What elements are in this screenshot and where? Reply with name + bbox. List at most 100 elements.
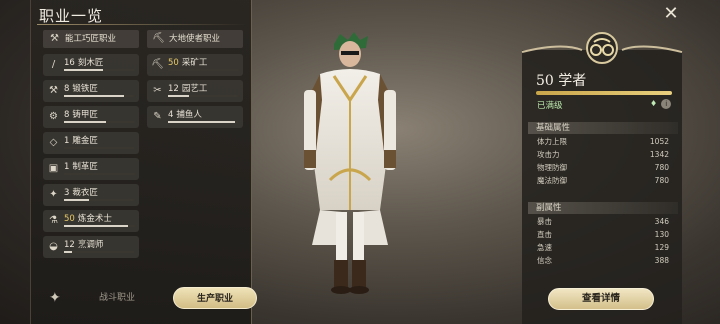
saw-icon: / bbox=[51, 59, 56, 70]
current-job-level: 50 bbox=[536, 73, 554, 89]
hammer-icon: ⚒ bbox=[50, 33, 59, 44]
info-icon[interactable]: i bbox=[661, 99, 672, 109]
job-level: 50 bbox=[168, 58, 179, 68]
view-details-button[interactable]: 查看详情 bbox=[548, 288, 654, 310]
job-name: 裁衣匠 bbox=[72, 188, 98, 198]
job-name: 锻铁匠 bbox=[72, 84, 98, 94]
stat-value: 130 bbox=[654, 230, 669, 239]
job-item[interactable]: ✦ 3 裁衣匠 bbox=[43, 184, 139, 206]
job-item[interactable]: ✎ 4 捕鱼人 bbox=[147, 106, 243, 128]
job-list-panel: 职业一览 ⚒ 能工巧匠职业 ⛏ 大地使者职业 /16 刻木匠 ⛏ 50 采矿工 ⚒ 8 锻铁匠… bbox=[30, 0, 257, 324]
stat-row: 物理防御 780 bbox=[537, 162, 669, 174]
job-item[interactable]: ◒ 12 烹调师 bbox=[43, 236, 139, 258]
stat-name: 体力上限 bbox=[537, 137, 567, 146]
job-label: 16 刻木匠 bbox=[64, 56, 103, 68]
stat-row: 体力上限 1052 bbox=[537, 136, 669, 148]
sickle-icon: ✂ bbox=[153, 85, 162, 96]
job-progress-bar bbox=[64, 251, 134, 253]
job-label: 50 炼金术士 bbox=[64, 212, 112, 224]
job-item[interactable]: ◇ 1 雕金匠 bbox=[43, 132, 139, 154]
job-progress-bar bbox=[64, 121, 134, 123]
job-label: 8 锻铁匠 bbox=[64, 82, 98, 94]
job-name: 雕金匠 bbox=[72, 136, 98, 146]
job-item[interactable]: ✂ 12 园艺工 bbox=[147, 80, 243, 102]
status-icons: ♦ i bbox=[650, 99, 672, 109]
job-progress-bar bbox=[168, 121, 238, 123]
category-gatherers[interactable]: ⛏ 大地使者职业 bbox=[147, 30, 243, 48]
job-item[interactable]: ⛏ 50 采矿工 bbox=[147, 54, 243, 76]
pot-icon: ◒ bbox=[49, 241, 58, 252]
job-label: 8 铸甲匠 bbox=[64, 108, 98, 120]
job-name: 采矿工 bbox=[181, 58, 208, 68]
tab-combat-jobs[interactable]: 战斗职业 bbox=[75, 287, 159, 309]
job-level: 12 bbox=[64, 240, 75, 250]
tab-crafting-jobs[interactable]: 生产职业 bbox=[173, 287, 257, 309]
pickaxe-icon: ⛏ bbox=[152, 33, 165, 44]
stat-name: 暴击 bbox=[537, 217, 552, 226]
job-item[interactable]: ⚗ 50 炼金术士 bbox=[43, 210, 139, 232]
stat-value: 388 bbox=[654, 256, 669, 265]
exp-progress-bar bbox=[536, 91, 672, 95]
exp-progress-fill bbox=[536, 91, 672, 95]
stat-value: 780 bbox=[654, 176, 669, 185]
job-label: 3 裁衣匠 bbox=[64, 186, 98, 198]
job-progress-fill bbox=[168, 95, 189, 97]
anvil-icon: ⚒ bbox=[49, 85, 58, 96]
pickaxe-icon: ⛏ bbox=[151, 59, 164, 70]
sub-stats-header: 副属性 bbox=[528, 202, 678, 214]
sparkle-icon[interactable]: ✦ bbox=[49, 290, 61, 306]
close-icon[interactable]: ✕ bbox=[661, 4, 681, 24]
job-level: 3 bbox=[64, 188, 70, 198]
job-progress-bar bbox=[64, 95, 134, 97]
job-label: 1 雕金匠 bbox=[64, 134, 98, 146]
job-label: 12 烹调师 bbox=[64, 238, 103, 250]
job-progress-bar bbox=[168, 69, 238, 71]
stat-value: 780 bbox=[654, 163, 669, 172]
job-progress-bar bbox=[168, 95, 238, 97]
job-item[interactable]: ⚙ 8 铸甲匠 bbox=[43, 106, 139, 128]
job-name: 制革匠 bbox=[72, 162, 98, 172]
job-progress-fill bbox=[64, 95, 124, 97]
current-job-title: 50 学者 bbox=[536, 70, 586, 90]
job-type-tabs: ✦ 战斗职业 生产职业 bbox=[45, 287, 259, 309]
job-level: 1 bbox=[64, 136, 70, 146]
job-progress-fill bbox=[64, 121, 106, 123]
stat-value: 1052 bbox=[649, 137, 669, 146]
stat-value: 346 bbox=[654, 217, 669, 226]
category-crafters[interactable]: ⚒ 能工巧匠职业 bbox=[43, 30, 139, 48]
job-item[interactable]: ▣ 1 制革匠 bbox=[43, 158, 139, 180]
job-emblem-icon bbox=[521, 32, 683, 64]
hammer-icon: ⚙ bbox=[49, 111, 58, 122]
stat-name: 攻击力 bbox=[537, 150, 560, 159]
job-progress-bar bbox=[64, 173, 134, 175]
gem-icon: ◇ bbox=[49, 137, 58, 148]
job-progress-fill bbox=[168, 121, 235, 123]
character-model bbox=[304, 32, 396, 294]
job-name: 刻木匠 bbox=[77, 58, 104, 68]
job-label: 50 采矿工 bbox=[168, 56, 207, 68]
category-row: ⚒ 能工巧匠职业 ⛏ 大地使者职业 bbox=[43, 30, 245, 48]
job-level: 1 bbox=[64, 162, 70, 172]
job-item[interactable]: ⚒ 8 锻铁匠 bbox=[43, 80, 139, 102]
job-progress-fill bbox=[64, 69, 103, 71]
job-name: 炼金术士 bbox=[77, 214, 112, 224]
gem-icon: ♦ bbox=[650, 99, 658, 108]
stat-row: 魔法防御 780 bbox=[537, 175, 669, 187]
job-progress-bar bbox=[64, 147, 134, 149]
level-status: 已满级 bbox=[537, 101, 563, 111]
stat-row: 急速 129 bbox=[537, 242, 669, 254]
needle-icon: ✦ bbox=[49, 189, 58, 200]
job-label: 12 园艺工 bbox=[168, 82, 207, 94]
flask-icon: ⚗ bbox=[49, 215, 58, 226]
job-progress-fill bbox=[64, 199, 89, 201]
current-job-name: 学者 bbox=[558, 73, 587, 89]
job-label: 4 捕鱼人 bbox=[168, 108, 202, 120]
category-label: 能工巧匠职业 bbox=[65, 34, 117, 44]
base-stats-header: 基础属性 bbox=[528, 122, 678, 134]
background-edge bbox=[0, 0, 30, 324]
leather-icon: ▣ bbox=[48, 163, 59, 174]
stat-row: 暴击 346 bbox=[537, 216, 669, 228]
job-item[interactable]: / 16 刻木匠 bbox=[43, 54, 139, 76]
job-level: 16 bbox=[64, 58, 75, 68]
job-name: 铸甲匠 bbox=[72, 110, 98, 120]
